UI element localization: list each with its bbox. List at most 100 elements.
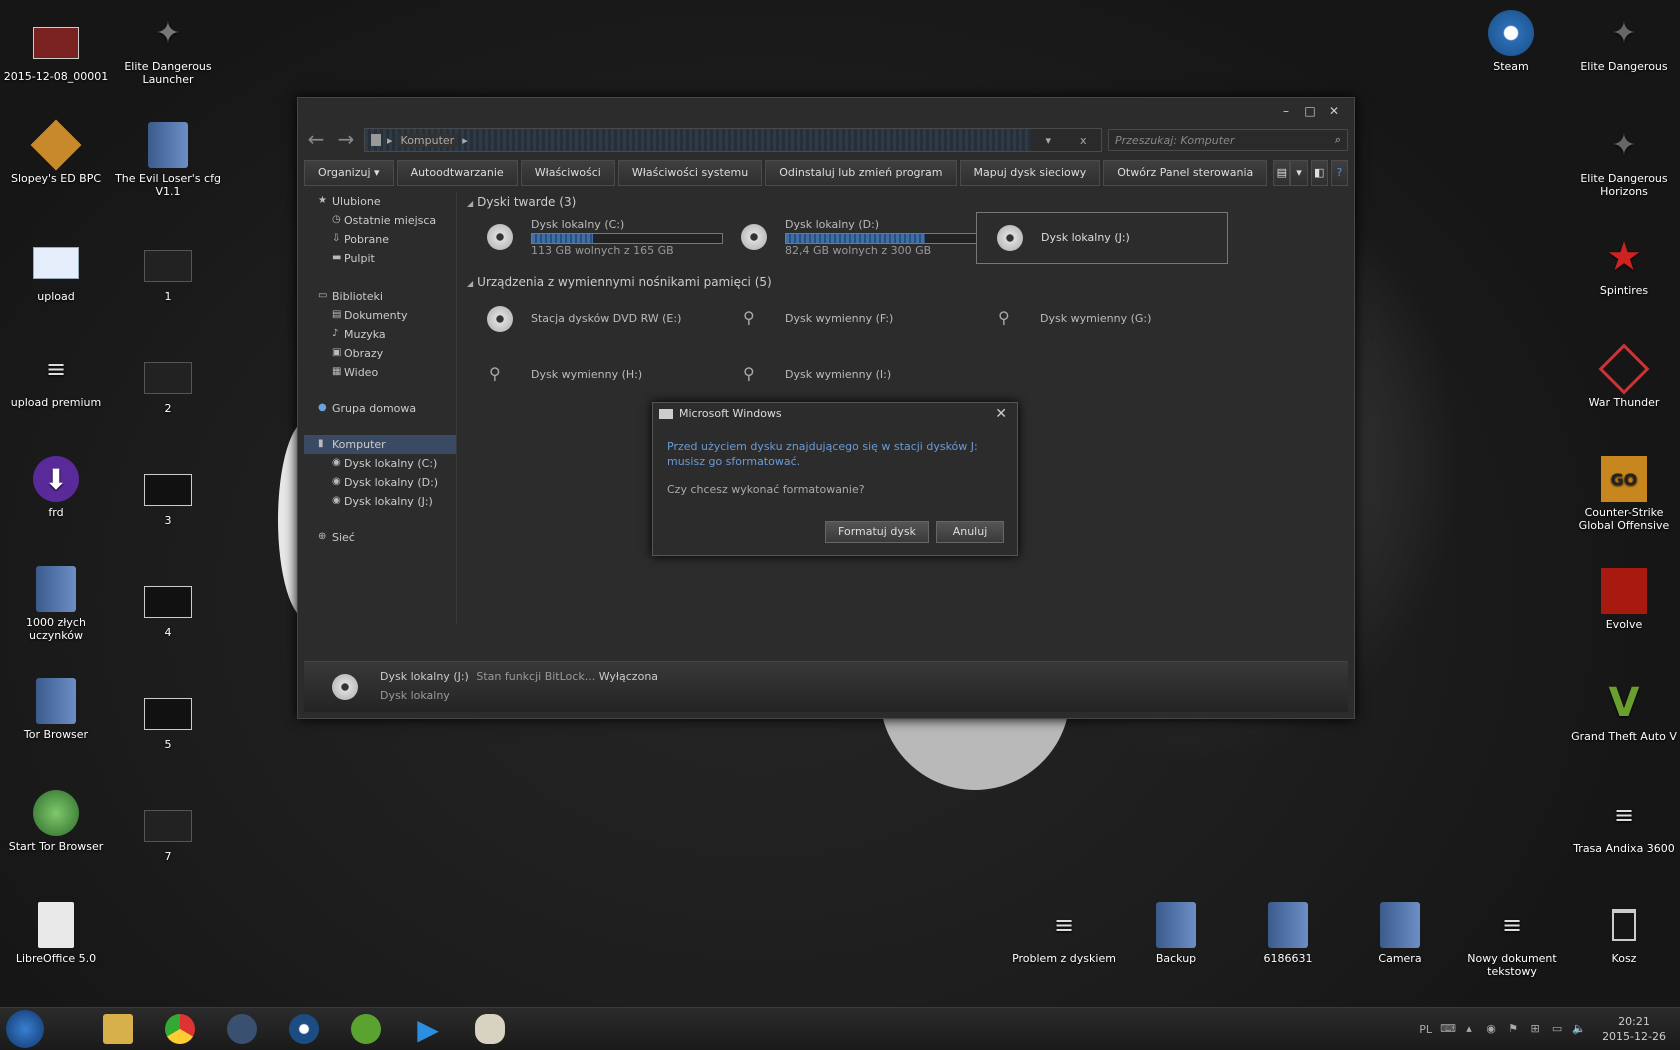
taskbar-chrome[interactable] bbox=[154, 1012, 206, 1046]
desktop-icon-evil-losers-cfg[interactable]: The Evil Loser's cfg V1.1 bbox=[112, 122, 224, 198]
desktop-icon-2[interactable]: 2 bbox=[112, 352, 224, 415]
format-disk-button[interactable]: Formatuj dysk bbox=[825, 521, 929, 543]
sidebar-item-drive-c[interactable]: ◉ Dysk lokalny (C:) bbox=[304, 454, 456, 473]
sidebar-item-videos[interactable]: ▦ Wideo bbox=[304, 363, 456, 382]
taskbar-utorrent[interactable] bbox=[340, 1012, 392, 1046]
desktop-icon-slopeys-ed-bpc[interactable]: Slopey's ED BPC bbox=[0, 119, 112, 185]
keyboard-icon[interactable]: ⌨ bbox=[1440, 1022, 1456, 1036]
desktop-icon-6186631[interactable]: 6186631 bbox=[1232, 902, 1344, 965]
desktop-icon-upload-premium[interactable]: ≡ upload premium bbox=[0, 346, 112, 410]
steam-tray-icon[interactable]: ◉ bbox=[1484, 1022, 1498, 1036]
windows-icon[interactable]: ⊞ bbox=[1528, 1022, 1542, 1036]
breadcrumb-arrow-icon[interactable]: ▸ bbox=[462, 134, 468, 147]
desktop-icon-gta-v[interactable]: V Grand Theft Auto V bbox=[1568, 680, 1680, 744]
desktop-icon-steam[interactable]: Steam bbox=[1455, 10, 1567, 73]
desktop-icon-spintires[interactable]: ★ Spintires bbox=[1568, 234, 1680, 298]
sidebar-item-recent-places[interactable]: ◷ Ostatnie miejsca bbox=[304, 211, 456, 230]
dropdown-arrow-icon[interactable]: ▾ bbox=[1045, 134, 1051, 147]
sidebar-item-drive-d[interactable]: ◉ Dysk lokalny (D:) bbox=[304, 473, 456, 492]
search-icon[interactable]: ⌕ bbox=[1335, 133, 1341, 147]
view-options-icon[interactable]: ▤ bbox=[1273, 160, 1291, 186]
volume-icon[interactable]: 🔈 bbox=[1572, 1022, 1586, 1036]
close-icon[interactable]: ✕ bbox=[1322, 102, 1346, 120]
desktop-icon-kosz[interactable]: Kosz bbox=[1568, 902, 1680, 965]
cancel-button[interactable]: Anuluj bbox=[936, 521, 1004, 543]
drive-d[interactable]: Dysk lokalny (D:) 82,4 GB wolnych z 300 … bbox=[721, 212, 977, 262]
autoplay-button[interactable]: Autoodtwarzanie bbox=[396, 160, 518, 186]
maximize-icon[interactable]: □ bbox=[1298, 102, 1322, 120]
help-icon[interactable]: ? bbox=[1330, 160, 1348, 186]
desktop-icon-elite-dangerous[interactable]: ✦ Elite Dangerous bbox=[1568, 10, 1680, 73]
desktop-icon-3[interactable]: 3 bbox=[112, 464, 224, 527]
system-properties-button[interactable]: Właściwości systemu bbox=[617, 160, 763, 186]
section-header-hard-drives[interactable]: ◢ Dyski twarde (3) bbox=[463, 192, 1348, 212]
desktop-icon-start-tor-browser[interactable]: Start Tor Browser bbox=[0, 790, 112, 853]
drive-g-removable[interactable]: ⚲ Dysk wymienny (G:) bbox=[976, 294, 1226, 344]
drive-i-removable[interactable]: ⚲ Dysk wymienny (I:) bbox=[721, 350, 971, 400]
taskbar-explorer[interactable] bbox=[92, 1012, 144, 1046]
desktop-icon-backup[interactable]: Backup bbox=[1120, 902, 1232, 965]
section-header-removable[interactable]: ◢ Urządzenia z wymiennymi nośnikami pamię… bbox=[463, 272, 772, 292]
sidebar-item-libraries[interactable]: ▭ Biblioteki bbox=[304, 287, 456, 306]
show-hidden-icons-icon[interactable]: ▴ bbox=[1462, 1022, 1476, 1036]
sidebar-item-pictures[interactable]: ▣ Obrazy bbox=[304, 344, 456, 363]
breadcrumb[interactable]: Komputer bbox=[396, 133, 459, 147]
desktop-icon-csgo[interactable]: GO Counter-Strike Global Offensive bbox=[1568, 456, 1680, 532]
clock[interactable]: 20:21 2015-12-26 bbox=[1602, 1014, 1666, 1044]
sidebar-item-homegroup[interactable]: ● Grupa domowa bbox=[304, 399, 456, 418]
desktop-icon-elite-dangerous-launcher[interactable]: ✦ Elite Dangerous Launcher bbox=[112, 10, 224, 86]
drive-f-removable[interactable]: ⚲ Dysk wymienny (F:) bbox=[721, 294, 971, 344]
taskbar-media-player[interactable]: ▶ bbox=[402, 1012, 454, 1046]
sidebar-item-network[interactable]: ⊕ Sieć bbox=[304, 528, 456, 547]
desktop-icon-elite-dangerous-horizons[interactable]: ✦ Elite Dangerous Horizons bbox=[1568, 122, 1680, 198]
language-indicator[interactable]: PL bbox=[1419, 1023, 1432, 1036]
desktop-icon-4[interactable]: 4 bbox=[112, 576, 224, 639]
desktop-icon-7[interactable]: 7 bbox=[112, 800, 224, 863]
sidebar-item-favorites[interactable]: ★ Ulubione bbox=[304, 192, 456, 211]
desktop-icon-camera[interactable]: Camera bbox=[1344, 902, 1456, 965]
sidebar-item-documents[interactable]: ▤ Dokumenty bbox=[304, 306, 456, 325]
desktop-icon-5[interactable]: 5 bbox=[112, 688, 224, 751]
drive-c[interactable]: Dysk lokalny (C:) 113 GB wolnych z 165 G… bbox=[467, 212, 723, 262]
back-button[interactable]: ← bbox=[304, 129, 328, 151]
desktop-icon-1[interactable]: 1 bbox=[112, 240, 224, 303]
sidebar-item-computer[interactable]: ▮ Komputer bbox=[304, 435, 456, 454]
drive-e-dvd[interactable]: Stacja dysków DVD RW (E:) bbox=[467, 294, 717, 344]
desktop-icon-tor-browser[interactable]: Tor Browser bbox=[0, 678, 112, 741]
open-control-panel-button[interactable]: Otwórz Panel sterowania bbox=[1103, 160, 1268, 186]
address-bar[interactable]: ▸ Komputer ▸ ▾ x bbox=[364, 128, 1102, 152]
action-center-icon[interactable]: ⚑ bbox=[1506, 1022, 1520, 1036]
clear-icon[interactable]: x bbox=[1080, 134, 1087, 147]
desktop-icon-problem-z-dyskiem[interactable]: ≡ Problem z dyskiem bbox=[1008, 902, 1120, 966]
desktop-icon-frd[interactable]: ⬇ frd bbox=[0, 456, 112, 519]
taskbar-steam[interactable] bbox=[278, 1012, 330, 1046]
drive-h-removable[interactable]: ⚲ Dysk wymienny (H:) bbox=[467, 350, 717, 400]
organize-button[interactable]: Organizuj ▾ bbox=[304, 160, 394, 186]
map-network-drive-button[interactable]: Mapuj dysk sieciowy bbox=[959, 160, 1101, 186]
taskbar-paint[interactable] bbox=[464, 1012, 516, 1046]
desktop-icon-war-thunder[interactable]: War Thunder bbox=[1568, 343, 1680, 409]
desktop-icon-nowy-dokument[interactable]: ≡ Nowy dokument tekstowy bbox=[1456, 902, 1568, 979]
forward-button[interactable]: → bbox=[334, 129, 358, 151]
minimize-icon[interactable]: – bbox=[1274, 102, 1298, 120]
start-button[interactable] bbox=[6, 1010, 44, 1048]
desktop-icon-1000-zlych-uczynkow[interactable]: 1000 złych uczynków bbox=[0, 566, 112, 642]
sidebar-item-drive-j[interactable]: ◉ Dysk lokalny (J:) bbox=[304, 492, 456, 511]
view-dropdown-icon[interactable]: ▾ bbox=[1290, 160, 1308, 186]
desktop-icon-upload[interactable]: upload bbox=[0, 240, 112, 303]
desktop-icon-trasa-andixa[interactable]: ≡ Trasa Andixa 3600 bbox=[1568, 792, 1680, 856]
search-input[interactable]: Przeszukaj: Komputer ⌕ bbox=[1108, 129, 1348, 151]
sidebar-item-music[interactable]: ♪ Muzyka bbox=[304, 325, 456, 344]
preview-pane-icon[interactable]: ◧ bbox=[1310, 160, 1328, 186]
desktop-icon-2015-12-08[interactable]: 2015-12-08_00001 bbox=[0, 20, 112, 83]
sidebar-item-desktop[interactable]: ▬ Pulpit bbox=[304, 249, 456, 268]
sidebar-item-downloads[interactable]: ⇩ Pobrane bbox=[304, 230, 456, 249]
taskbar-elite-launcher[interactable] bbox=[216, 1012, 268, 1046]
close-icon[interactable]: ✕ bbox=[995, 403, 1007, 425]
desktop-icon-libreoffice[interactable]: LibreOffice 5.0 bbox=[0, 902, 112, 965]
properties-button[interactable]: Właściwości bbox=[520, 160, 615, 186]
drive-j[interactable]: Dysk lokalny (J:) bbox=[976, 212, 1228, 264]
uninstall-program-button[interactable]: Odinstaluj lub zmień program bbox=[765, 160, 957, 186]
desktop-icon-evolve[interactable]: Evolve bbox=[1568, 568, 1680, 631]
power-icon[interactable]: ▭ bbox=[1550, 1022, 1564, 1036]
